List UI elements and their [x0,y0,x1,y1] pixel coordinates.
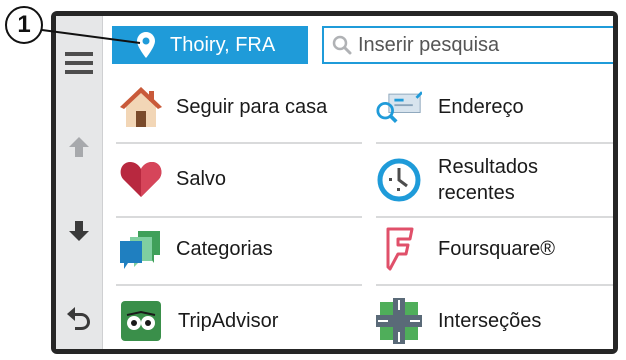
callout-leader-line [41,29,141,44]
figure: Thoiry, FRA Seguir para casa [0,0,626,360]
callout-number: 1 [5,6,43,44]
